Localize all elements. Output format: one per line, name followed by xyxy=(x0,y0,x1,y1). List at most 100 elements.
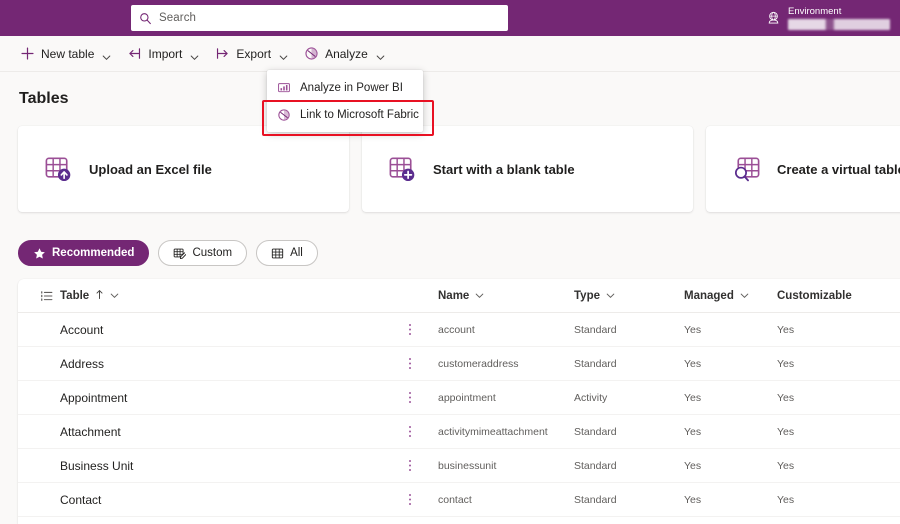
table-row-display-name: Address xyxy=(60,356,438,371)
chevron-down-icon[interactable] xyxy=(102,49,111,61)
column-header-name[interactable]: Name xyxy=(438,290,574,302)
analyze-button[interactable]: Analyze xyxy=(296,39,393,69)
column-header-table-label: Table xyxy=(60,289,90,302)
environment-text: Environment xyxy=(788,5,890,30)
column-header-customizable[interactable]: Customizable xyxy=(777,290,887,302)
column-header-name-label: Name xyxy=(438,289,470,302)
export-button[interactable]: Export xyxy=(207,39,296,69)
table-row-logical-name: contact xyxy=(438,493,472,506)
filter-pill-all[interactable]: All xyxy=(256,240,318,266)
filter-pill-custom[interactable]: Custom xyxy=(158,240,248,266)
search-input-placeholder[interactable]: Search xyxy=(159,12,196,24)
table-row-type: Standard xyxy=(574,425,617,438)
chevron-down-icon[interactable] xyxy=(475,291,484,300)
menu-item-link-to-microsoft-fabric[interactable]: Link to Microsoft Fabric xyxy=(267,101,423,128)
top-header-bar: Search Environment xyxy=(0,0,900,36)
create-virtual-table-label: Create a virtual table xyxy=(777,161,900,177)
new-table-label: New table xyxy=(41,46,95,61)
row-more-options-icon[interactable] xyxy=(408,424,412,439)
command-bar: New table Import Export Analyze xyxy=(0,36,900,72)
table-grid-icon xyxy=(271,247,284,260)
table-row-managed: Yes xyxy=(684,357,702,370)
row-more-options-icon[interactable] xyxy=(408,390,412,405)
chevron-down-icon[interactable] xyxy=(110,291,119,300)
table-row[interactable]: Attachment activitymimeattachment Standa… xyxy=(18,415,900,449)
table-row-customizable: Yes xyxy=(777,425,795,438)
sort-ascending-icon xyxy=(95,289,104,303)
column-header-type[interactable]: Type xyxy=(574,290,684,302)
table-row-managed: Yes xyxy=(684,391,702,404)
table-row-type: Activity xyxy=(574,391,608,404)
table-row-display-name-text: Account xyxy=(60,322,104,337)
environment-name-redacted xyxy=(788,18,890,30)
table-row-customizable: Yes xyxy=(777,357,795,370)
upload-excel-file-label: Upload an Excel file xyxy=(89,161,212,177)
search-icon xyxy=(139,12,152,25)
table-row-display-name-text: Contact xyxy=(60,492,102,507)
analyze-label: Analyze xyxy=(325,46,368,61)
table-row-managed: Yes xyxy=(684,425,702,438)
chevron-down-icon[interactable] xyxy=(190,49,199,61)
analyze-dropdown-menu: Analyze in Power BI Link to Microsoft Fa… xyxy=(267,70,423,132)
column-header-customizable-label: Customizable xyxy=(777,289,852,302)
table-row[interactable]: Address customeraddress Standard Yes Yes xyxy=(18,347,900,381)
star-icon xyxy=(33,247,46,260)
column-header-table[interactable]: Table xyxy=(60,289,438,303)
table-search-icon xyxy=(731,154,762,185)
start-blank-table-card[interactable]: Start with a blank table xyxy=(362,126,693,212)
analyze-fabric-icon xyxy=(304,46,319,61)
chevron-down-icon[interactable] xyxy=(279,49,288,61)
chevron-down-icon[interactable] xyxy=(376,49,385,61)
chevron-down-icon[interactable] xyxy=(606,291,615,300)
environment-selector[interactable]: Environment xyxy=(766,3,890,33)
column-header-managed[interactable]: Managed xyxy=(684,290,777,302)
table-row[interactable]: Account account Standard Yes Yes xyxy=(18,313,900,347)
table-row[interactable]: Contact contact Standard Yes Yes xyxy=(18,483,900,517)
import-button[interactable]: Import xyxy=(119,39,207,69)
menu-item-link-to-microsoft-fabric-label: Link to Microsoft Fabric xyxy=(300,108,419,121)
environment-label: Environment xyxy=(788,5,842,17)
table-row-logical-name: appointment xyxy=(438,391,496,404)
table-edit-icon xyxy=(173,247,187,260)
import-arrow-icon xyxy=(127,46,142,61)
table-row-customizable: Yes xyxy=(777,493,795,506)
table-row-display-name-text: Appointment xyxy=(60,390,128,405)
table-row-display-name: Appointment xyxy=(60,390,438,405)
environment-globe-icon xyxy=(766,10,781,26)
table-row-display-name-text: Address xyxy=(60,356,105,371)
list-view-icon[interactable] xyxy=(18,289,60,303)
table-row[interactable]: Business Unit businessunit Standard Yes … xyxy=(18,449,900,483)
table-row-type: Standard xyxy=(574,357,617,370)
quick-action-cards: Upload an Excel file Start with a blank … xyxy=(18,126,900,212)
search-box[interactable]: Search xyxy=(131,5,508,31)
upload-excel-file-card[interactable]: Upload an Excel file xyxy=(18,126,349,212)
row-more-options-icon[interactable] xyxy=(408,356,412,371)
power-bi-icon xyxy=(277,81,291,95)
export-label: Export xyxy=(236,46,272,61)
new-table-button[interactable]: New table xyxy=(12,39,119,69)
column-header-managed-label: Managed xyxy=(684,289,734,302)
table-filter-pills: Recommended Custom All xyxy=(18,240,318,266)
table-row-customizable: Yes xyxy=(777,391,795,404)
row-more-options-icon[interactable] xyxy=(408,322,412,337)
filter-pill-recommended-label: Recommended xyxy=(52,247,135,259)
filter-pill-custom-label: Custom xyxy=(192,247,233,259)
table-row-display-name: Attachment xyxy=(60,424,438,439)
menu-item-analyze-in-power-bi[interactable]: Analyze in Power BI xyxy=(267,74,423,101)
create-virtual-table-card[interactable]: Create a virtual table xyxy=(706,126,900,212)
table-row-display-name: Contact xyxy=(60,492,438,507)
filter-pill-recommended[interactable]: Recommended xyxy=(18,240,150,266)
table-row-type: Standard xyxy=(574,459,617,472)
table-row[interactable]: Appointment appointment Activity Yes Yes xyxy=(18,381,900,415)
table-add-icon xyxy=(387,154,418,185)
table-row-display-name-text: Business Unit xyxy=(60,458,134,473)
row-more-options-icon[interactable] xyxy=(408,458,412,473)
row-more-options-icon[interactable] xyxy=(408,492,412,507)
page-title: Tables xyxy=(19,90,69,107)
export-arrow-icon xyxy=(215,46,230,61)
chevron-down-icon[interactable] xyxy=(740,291,749,300)
table-row-managed: Yes xyxy=(684,459,702,472)
plus-icon xyxy=(20,46,35,61)
table-row-type: Standard xyxy=(574,493,617,506)
column-header-type-label: Type xyxy=(574,289,600,302)
